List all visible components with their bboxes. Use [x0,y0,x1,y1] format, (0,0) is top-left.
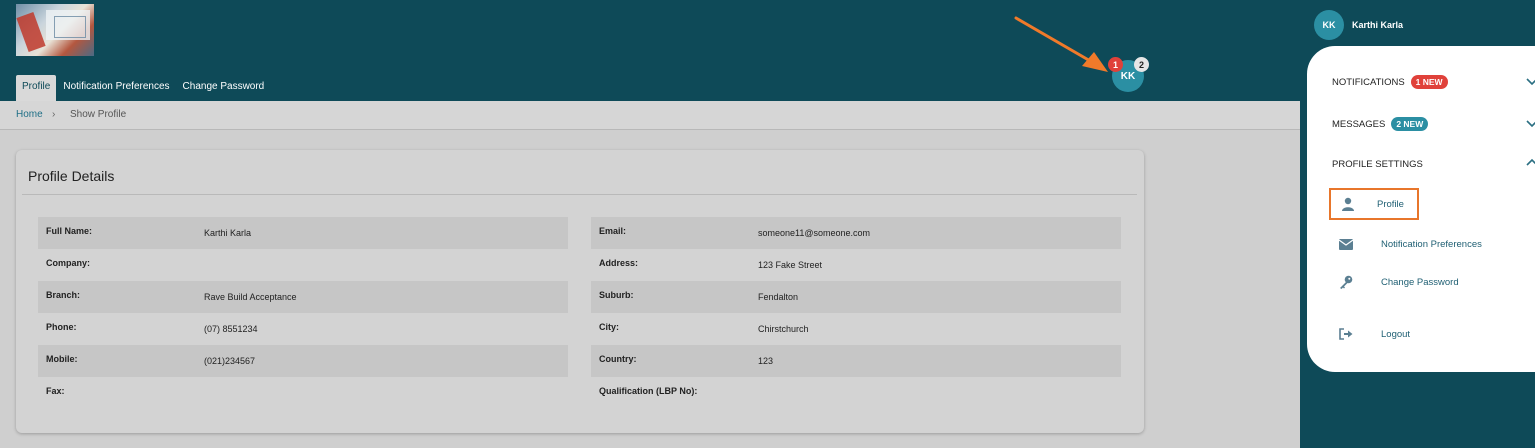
field-label: Country: [599,354,637,364]
breadcrumb-home-link[interactable]: Home [16,101,43,129]
field-row: Full Name: Karthi Karla [38,217,568,249]
tab-change-password[interactable]: Change Password [177,75,271,101]
field-value: someone11@someone.com [758,228,871,238]
field-row: Email: someone11@someone.com [591,217,1121,249]
drawer-item-notification-preferences[interactable]: Notification Preferences [1329,230,1482,258]
drawer-user-header: KK Karthi Karla [1314,10,1403,40]
messages-label: MESSAGES [1332,118,1386,130]
user-side-drawer: KK Karthi Karla NOTIFICATIONS 1 NEW MESS… [1300,0,1535,448]
field-row: Suburb: Fendalton [591,281,1121,313]
field-row: Qualification (LBP No): [591,377,1121,409]
notifications-new-badge: 1 NEW [1410,75,1448,89]
chevron-down-icon [1526,120,1535,128]
field-row: Company: [38,249,568,281]
key-icon [1337,273,1355,291]
envelope-icon [1337,235,1355,253]
company-logo[interactable] [16,4,94,56]
field-value: 123 Fake Street [758,260,823,270]
notifications-section-toggle[interactable]: NOTIFICATIONS 1 NEW [1332,72,1535,92]
field-value: Rave Build Acceptance [204,292,297,302]
field-label: Suburb: [599,290,634,300]
breadcrumb-current: Show Profile [70,109,127,120]
field-label: Qualification (LBP No): [599,386,698,396]
drawer-item-logout[interactable]: Logout [1329,320,1410,348]
field-label: City: [599,322,619,332]
chevron-down-icon [1526,78,1535,86]
drawer-item-label: Profile [1377,198,1404,210]
field-label: Mobile: [46,354,78,364]
profile-settings-section-toggle[interactable]: PROFILE SETTINGS [1332,154,1535,174]
messages-section-toggle[interactable]: MESSAGES 2 NEW [1332,114,1535,134]
chevron-up-icon [1526,158,1535,166]
drawer-menu-panel: NOTIFICATIONS 1 NEW MESSAGES 2 NEW PROFI… [1307,46,1535,372]
field-row: Address: 123 Fake Street [591,249,1121,281]
field-label: Address: [599,258,639,268]
field-value: Chirstchurch [758,324,809,334]
field-value: Fendalton [758,292,799,302]
field-row: Country: 123 [591,345,1121,377]
field-value: (07) 8551234 [204,324,258,334]
message-count-badge: 2 [1134,57,1149,72]
messages-new-badge: 2 NEW [1391,117,1429,131]
drawer-avatar[interactable]: KK [1314,10,1344,40]
notifications-label: NOTIFICATIONS [1332,76,1405,88]
profile-right-column: Email: someone11@someone.com Address: 12… [591,217,1121,409]
profile-details-card: Profile Details Full Name: Karthi Karla … [16,150,1144,433]
drawer-item-profile[interactable]: Profile [1329,188,1419,220]
tab-profile[interactable]: Profile [16,75,57,101]
field-value: 123 [758,356,774,366]
field-label: Full Name: [46,226,93,236]
drawer-item-change-password[interactable]: Change Password [1329,268,1459,296]
field-label: Branch: [46,290,81,300]
card-title: Profile Details [28,168,115,184]
profile-settings-label: PROFILE SETTINGS [1332,158,1423,170]
field-value: Karthi Karla [204,228,252,238]
annotation-arrow-icon [1014,16,1108,72]
field-row: Phone: (07) 8551234 [38,313,568,345]
field-row: Branch: Rave Build Acceptance [38,281,568,313]
field-row: Fax: [38,377,568,409]
field-label: Fax: [46,386,65,396]
breadcrumb-separator: › [52,109,56,120]
field-value: (021)234567 [204,356,256,366]
drawer-item-label: Logout [1381,328,1411,340]
notification-count-badge: 1 [1108,57,1123,72]
field-row: City: Chirstchurch [591,313,1121,345]
field-label: Company: [46,258,91,268]
field-label: Phone: [46,322,77,332]
user-icon [1339,195,1357,213]
drawer-user-name: Karthi Karla [1352,20,1404,30]
card-divider [22,194,1137,195]
field-row: Mobile: (021)234567 [38,345,568,377]
drawer-item-label: Change Password [1381,276,1459,288]
field-label: Email: [599,226,627,236]
profile-tabs: Profile Notification Preferences Change … [16,75,271,101]
logout-icon [1337,325,1355,343]
profile-left-column: Full Name: Karthi Karla Company: Branch:… [38,217,568,409]
drawer-item-label: Notification Preferences [1381,238,1482,250]
tab-notification-preferences[interactable]: Notification Preferences [57,75,175,101]
